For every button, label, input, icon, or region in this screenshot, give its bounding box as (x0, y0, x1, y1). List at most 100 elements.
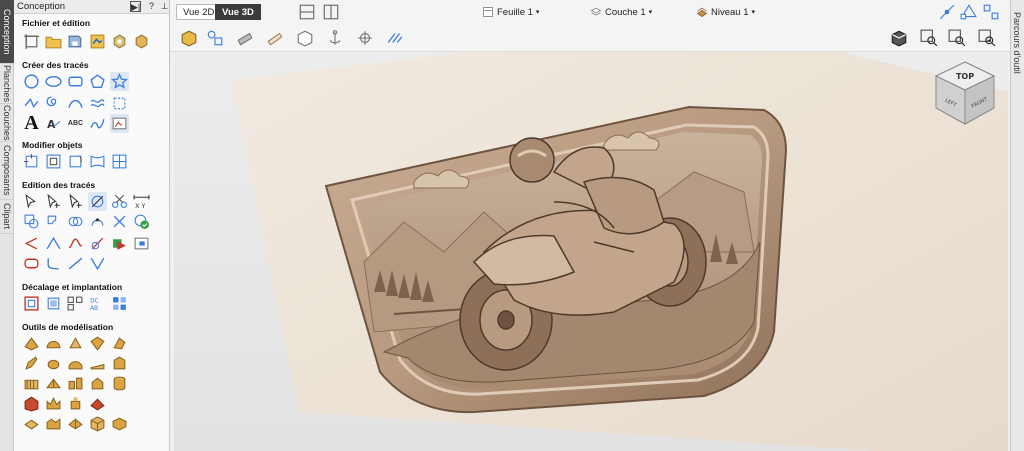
toolpath-view-icon[interactable] (384, 28, 406, 48)
node-insert-icon[interactable] (66, 192, 85, 211)
import-vector-icon[interactable] (88, 32, 107, 51)
anchor-icon[interactable] (324, 28, 346, 48)
sculpt-icon[interactable] (44, 354, 63, 373)
crown-model-icon[interactable] (44, 394, 63, 413)
board-view-icon[interactable] (264, 28, 286, 48)
layer-dropdown[interactable]: Couche 1 ▾ (590, 5, 652, 19)
ellipse-tool-icon[interactable] (44, 72, 63, 91)
box-model-icon[interactable] (88, 414, 107, 433)
level-dropdown[interactable]: Niveau 1 ▾ (696, 5, 755, 19)
star-tool-icon[interactable] (110, 72, 129, 91)
view-cube[interactable]: TOP LEFT FRONT (930, 58, 1000, 128)
vtab-conception[interactable]: Conception (0, 0, 14, 64)
sheet-dropdown[interactable]: Feuille 1 ▾ (482, 5, 539, 19)
red-block-icon[interactable] (22, 394, 41, 413)
nest-icon[interactable] (110, 234, 129, 253)
vectors-view-icon[interactable] (204, 28, 226, 48)
pen-model-icon[interactable] (22, 354, 41, 373)
smart-delete-icon[interactable] (110, 212, 129, 231)
dimension-tool-icon[interactable] (110, 94, 129, 113)
measure-xy-icon[interactable]: X Y (132, 192, 151, 211)
image-trace-icon[interactable] (110, 114, 129, 133)
split-vertical-icon[interactable] (320, 2, 342, 22)
scissors-icon[interactable] (110, 192, 129, 211)
cylinder-icon[interactable] (110, 374, 129, 393)
chamfer-icon[interactable] (44, 234, 63, 253)
material-view-icon[interactable] (234, 28, 256, 48)
subtract-icon[interactable] (44, 212, 63, 231)
rectangle-tool-icon[interactable] (66, 72, 85, 91)
mirror-icon[interactable] (110, 152, 129, 171)
weld-icon[interactable] (22, 212, 41, 231)
layout-icon[interactable] (980, 2, 1002, 22)
extend-icon[interactable] (88, 234, 107, 253)
circle-tool-icon[interactable] (22, 72, 41, 91)
split-horizontal-icon[interactable] (296, 2, 318, 22)
curve-fit-icon[interactable] (66, 234, 85, 253)
fade-icon[interactable] (88, 354, 107, 373)
fillet-icon[interactable] (22, 234, 41, 253)
solid-view-icon[interactable] (178, 28, 200, 48)
trim-icon[interactable] (88, 192, 107, 211)
slice-model-icon[interactable] (88, 394, 107, 413)
open-file-icon[interactable] (44, 32, 63, 51)
polyline-tool-icon[interactable] (22, 94, 41, 113)
fit-curves-icon[interactable] (44, 294, 63, 313)
text-tool-icon[interactable]: A (22, 112, 41, 134)
rounded-rect-icon[interactable] (22, 254, 41, 273)
rotate-icon[interactable] (66, 152, 85, 171)
corner-icon[interactable] (44, 254, 63, 273)
collapse-panel-button[interactable]: ▶| (130, 1, 141, 12)
origin-icon[interactable] (354, 28, 376, 48)
vtab-composants[interactable]: Composants (0, 142, 14, 200)
view-iso-icon[interactable] (888, 28, 910, 48)
wave-tool-icon[interactable] (88, 94, 107, 113)
arc-tool-icon[interactable] (66, 94, 85, 113)
bitmap-edit-icon[interactable] (132, 234, 151, 253)
v-shape-icon[interactable] (88, 254, 107, 273)
offset-icon[interactable] (22, 294, 41, 313)
slab-model-icon[interactable] (110, 414, 129, 433)
nesting-icon[interactable] (110, 294, 129, 313)
vtab-toolpaths[interactable]: Parcours d'outil (1010, 4, 1024, 82)
new-job-icon[interactable] (22, 32, 41, 51)
box-view-icon[interactable] (294, 28, 316, 48)
scale-icon[interactable] (44, 152, 63, 171)
save-icon[interactable] (66, 32, 85, 51)
mirror-model-icon[interactable] (44, 374, 63, 393)
text-arc-icon[interactable]: ABC (66, 114, 85, 133)
smooth-icon[interactable] (66, 354, 85, 373)
flat-model-icon[interactable] (22, 414, 41, 433)
line-extend-icon[interactable] (66, 254, 85, 273)
vtab-clipart[interactable]: Clipart (0, 200, 14, 234)
spiral-tool-icon[interactable] (44, 94, 63, 113)
3d-viewport[interactable]: TOP LEFT FRONT (174, 52, 1008, 451)
vtab-couches[interactable]: Couches (0, 104, 14, 142)
move-icon[interactable] (22, 152, 41, 171)
validate-vectors-icon[interactable] (132, 212, 151, 231)
vtab-planches[interactable]: Planches (0, 64, 14, 104)
hand-model-icon[interactable] (66, 394, 85, 413)
array-copy-icon[interactable] (66, 294, 85, 313)
text-on-curve-icon[interactable]: A (44, 114, 63, 133)
join-vectors-icon[interactable] (88, 212, 107, 231)
bitmap-trace-icon[interactable] (88, 114, 107, 133)
zoom-out-icon[interactable] (976, 28, 998, 48)
shape-creator-icon[interactable] (22, 334, 41, 353)
two-rail-sweep-icon[interactable] (88, 334, 107, 353)
polygon-tool-icon[interactable] (88, 72, 107, 91)
intersect-icon[interactable] (66, 212, 85, 231)
node-add-icon[interactable] (44, 192, 63, 211)
zoom-fit-icon[interactable] (946, 28, 968, 48)
move-model-icon[interactable] (88, 374, 107, 393)
help-button[interactable]: ? (146, 1, 157, 12)
zoom-box-icon[interactable] (918, 28, 940, 48)
dome-icon[interactable] (44, 334, 63, 353)
tab-view-3d[interactable]: Vue 3D (215, 4, 261, 20)
import-component-icon[interactable] (132, 32, 151, 51)
import-bitmap-icon[interactable] (110, 32, 129, 51)
bake-model-icon[interactable] (66, 414, 85, 433)
vector-select-icon[interactable] (958, 2, 980, 22)
snap-icon[interactable] (936, 2, 958, 22)
merge-model-icon[interactable] (44, 414, 63, 433)
